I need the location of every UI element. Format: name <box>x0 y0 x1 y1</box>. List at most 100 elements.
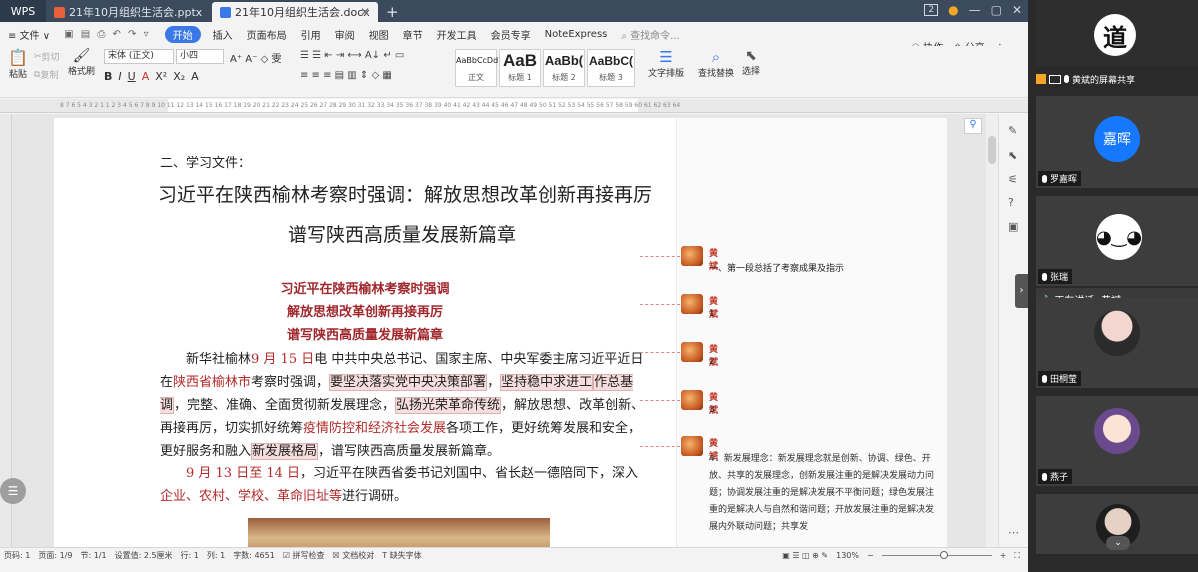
document-page[interactable]: 二、学习文件： 习近平在陕西榆林考察时强调：解放思想改革创新再接再厉 谱写陕西高… <box>54 118 676 547</box>
participant-tile[interactable]: 田桐莹 <box>1036 298 1198 388</box>
participant-name: 张瑞 <box>1050 273 1069 283</box>
menu-developer[interactable]: 开发工具 <box>437 27 477 42</box>
scroll-thumb[interactable] <box>988 136 996 164</box>
location-pin-icon[interactable]: ⚲ <box>964 118 982 134</box>
menu-chapter[interactable]: 章节 <box>403 27 423 42</box>
style-h3-sample: AaBbC( <box>589 54 633 68</box>
tab-pptx-label: 21年10月组织生活会.pptx <box>69 6 203 19</box>
style-heading2[interactable]: AaBb( 标题 2 <box>543 49 585 87</box>
help-icon[interactable]: ? <box>1008 196 1014 209</box>
menu-view[interactable]: 视图 <box>369 27 389 42</box>
participant-tile[interactable]: 嘉晖 罗嘉晖 <box>1036 96 1198 188</box>
doc-compare-button[interactable]: ☒ 文档校对 <box>333 550 375 561</box>
comment-text: 4：新发展理念：新发展理念就是创新、协调、绿色、开放、共享的发展理念，创新发展注… <box>709 454 935 532</box>
participant-tile[interactable]: 道 <box>1036 0 1198 66</box>
paragraph-2: 9 月 13 日至 14 日，习近平在陕西省委书记刘国中、省长赵一德陪同下，深入… <box>160 462 650 508</box>
style-h1-sample: AaB <box>502 51 537 70</box>
comment-text: 2 <box>709 357 715 367</box>
user-avatar-icon[interactable]: ● <box>948 3 958 17</box>
select-button[interactable]: ⬉ 选择 <box>742 48 760 77</box>
font-size-controls[interactable]: A⁺ A⁻ ◇ 雯 <box>230 50 281 65</box>
section-heading: 二、学习文件： <box>160 156 252 171</box>
paragraph-list-buttons[interactable]: ☰ ☰ ⇤ ⇥ ⟷ A↓ ↵ ▭ <box>300 50 404 61</box>
tab-docx[interactable]: 21年10月组织生活会.docx ✕ <box>212 2 378 22</box>
quick-access-icons[interactable]: ▣ ▤ ⎙ ↶ ↷ ▿ <box>64 29 151 40</box>
style-h2-label: 标题 2 <box>552 73 576 82</box>
comment-highlight[interactable]: 新发展格局 <box>251 443 319 460</box>
highlight-icon[interactable]: A <box>191 70 199 83</box>
list-menu-icon[interactable]: ☰ <box>0 478 26 504</box>
close-tab-icon[interactable]: ✕ <box>360 5 370 19</box>
italic-button[interactable]: I <box>118 70 121 83</box>
fullscreen-icon[interactable]: ⛶ <box>1014 551 1020 561</box>
wps-home-tab[interactable]: WPS <box>0 0 46 22</box>
menu-review[interactable]: 审阅 <box>335 27 355 42</box>
underline-button[interactable]: U <box>128 70 136 83</box>
font-color-icon[interactable]: A <box>142 70 150 83</box>
font-name-select[interactable]: 宋体 (正文) <box>104 49 174 64</box>
participant-tile[interactable]: 燕子 <box>1036 396 1198 486</box>
text-layout-label: 文字排版 <box>648 69 685 79</box>
status-word-count[interactable]: 字数: 4651 <box>233 550 275 561</box>
view-mode-icons[interactable]: ▣ ☰ ◫ ⊕ ✎ <box>782 551 828 560</box>
pen-icon[interactable]: ✎ <box>1008 124 1017 137</box>
participant-name-tag: 田桐莹 <box>1038 371 1082 386</box>
more-icon[interactable]: ⋯ <box>1008 526 1019 539</box>
vertical-scrollbar[interactable] <box>986 114 998 547</box>
comment-highlight[interactable]: 坚持稳中求进工 <box>500 374 594 391</box>
participant-tile[interactable]: ◕‿◕ 张瑞 <box>1036 196 1198 286</box>
zoom-slider-handle[interactable] <box>939 551 948 559</box>
font-size-select[interactable]: 小四 <box>176 49 224 64</box>
zoom-slider[interactable] <box>881 551 992 559</box>
align-buttons[interactable]: ≡ ≡ ≡ ▤ ▥ ⇕ ◇ ▦ <box>300 70 392 81</box>
text-layout-button[interactable]: ☰ 文字排版 <box>648 48 684 79</box>
participant-tile[interactable]: ⌄ <box>1036 494 1198 554</box>
menu-page-layout[interactable]: 页面布局 <box>247 27 287 42</box>
maximize-button[interactable]: ▢ <box>991 3 1002 17</box>
paste-icon: 📋 <box>8 48 28 67</box>
menu-file[interactable]: ≡ 文件 ∨ <box>8 27 50 42</box>
missing-font-button[interactable]: T 缺失字体 <box>382 550 421 561</box>
zoom-level[interactable]: 130% <box>836 551 859 560</box>
p1-red-phrase: 疫情防控和经济社会发展 <box>303 421 447 436</box>
image-edit-icon[interactable]: ▣ <box>1008 220 1018 233</box>
format-painter-icon: 🖌 <box>72 48 91 64</box>
status-pages[interactable]: 页面: 1/9 <box>38 550 72 561</box>
comment-highlight[interactable]: 要坚决落实党中央决策部署 <box>329 374 488 391</box>
subscript-icon[interactable]: X₂ <box>173 70 185 83</box>
taskbar-strip <box>0 563 1028 572</box>
cut-button[interactable]: ✂ 剪切 <box>34 50 60 64</box>
superscript-icon[interactable]: X² <box>155 70 167 83</box>
find-replace-button[interactable]: ⌕ 查找替换 <box>698 48 734 79</box>
format-painter-button[interactable]: 🖌 格式刷 <box>68 48 95 77</box>
tab-pptx[interactable]: 21年10月组织生活会.pptx <box>46 2 212 22</box>
style-normal[interactable]: AaBbCcDd 正文 <box>455 49 498 87</box>
settings-sliders-icon[interactable]: ⚟ <box>1008 173 1018 186</box>
font-style-buttons[interactable]: B I U A X² X₂ A <box>104 70 199 83</box>
panel-expand-icon[interactable]: › <box>1015 274 1028 308</box>
minimize-button[interactable]: — <box>969 3 981 17</box>
style-heading1[interactable]: AaB 标题 1 <box>499 49 541 87</box>
style-heading3[interactable]: AaBbC( 标题 3 <box>587 49 635 87</box>
participant-name: 罗嘉晖 <box>1050 175 1078 185</box>
horizontal-ruler[interactable]: 8 7 6 5 4 3 2 1 1 2 3 4 5 6 7 8 9 10 11 … <box>0 99 1028 113</box>
comment-highlight[interactable]: 弘扬光荣革命传统 <box>395 397 502 414</box>
menu-references[interactable]: 引用 <box>301 27 321 42</box>
menu-start[interactable]: 开始 <box>164 25 201 43</box>
copy-button[interactable]: ⧉ 复制 <box>34 68 58 82</box>
commenter-avatar <box>681 294 703 314</box>
window-count-badge[interactable]: 2 <box>924 4 939 16</box>
scroll-down-icon[interactable]: ⌄ <box>1106 536 1130 550</box>
menu-insert[interactable]: 插入 <box>213 27 233 42</box>
bold-button[interactable]: B <box>104 70 112 83</box>
pointer-icon[interactable]: ⬉ <box>1008 149 1017 162</box>
zoom-in-button[interactable]: + <box>1000 551 1007 560</box>
spell-check-button[interactable]: ☑ 拼写检查 <box>283 550 325 561</box>
menu-noteexpress[interactable]: NoteExpress <box>545 29 608 40</box>
paste-button[interactable]: 📋 粘贴 <box>8 48 28 80</box>
zoom-out-button[interactable]: − <box>867 551 874 560</box>
close-window-button[interactable]: ✕ <box>1012 3 1022 17</box>
new-tab-button[interactable]: + <box>386 2 399 22</box>
menu-member[interactable]: 会员专享 <box>491 27 531 42</box>
command-search[interactable]: ⌕ 查找命令... <box>621 27 679 42</box>
